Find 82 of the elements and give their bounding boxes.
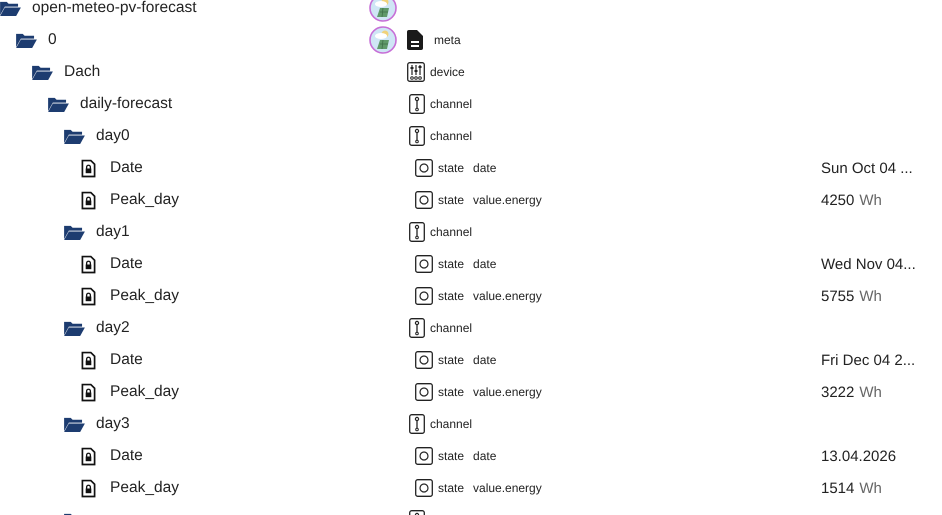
locked-file-icon	[81, 254, 96, 274]
object-type: state	[438, 161, 464, 175]
object-name: Date	[110, 255, 143, 273]
value-unit: Wh	[859, 384, 882, 400]
channel-icon	[409, 414, 425, 434]
object-name[interactable]: day2	[96, 319, 130, 337]
object-role: value.energy	[473, 481, 542, 495]
channel-icon	[409, 94, 425, 114]
state-icon	[415, 351, 433, 369]
object-name: Date	[110, 159, 143, 177]
object-name: Date	[110, 351, 143, 369]
state-icon	[415, 159, 433, 177]
channel-icon	[409, 222, 425, 242]
folder-icon	[63, 224, 86, 240]
folder-icon	[47, 96, 70, 112]
value-unit: Wh	[859, 480, 882, 496]
value-unit: Wh	[859, 288, 882, 304]
locked-file-icon	[81, 478, 96, 498]
folder-icon	[15, 32, 38, 48]
locked-file-icon	[81, 190, 96, 210]
object-name[interactable]: 0	[48, 31, 57, 49]
locked-file-icon	[81, 286, 96, 306]
object-type: state	[438, 353, 464, 367]
object-role: value.energy	[473, 385, 542, 399]
value-unit: Wh	[859, 192, 882, 208]
state-icon	[415, 479, 433, 497]
object-name[interactable]: daily-forecast	[80, 95, 172, 113]
object-type: channel	[430, 97, 472, 111]
object-role: value.energy	[473, 289, 542, 303]
object-type: channel	[430, 417, 472, 431]
state-value: 13.04.2026	[821, 448, 896, 464]
object-type: state	[438, 193, 464, 207]
state-value: 1514	[821, 480, 854, 496]
object-name[interactable]: day0	[96, 127, 130, 145]
object-name[interactable]: Dach	[64, 63, 100, 81]
object-name: Peak_day	[110, 191, 179, 209]
object-type: channel	[430, 129, 472, 143]
locked-file-icon	[81, 350, 96, 370]
folder-icon	[63, 128, 86, 144]
object-name: Date	[110, 447, 143, 465]
object-type: channel	[430, 321, 472, 335]
object-type: state	[438, 257, 464, 271]
object-role: date	[473, 161, 496, 175]
state-value: 5755	[821, 288, 854, 304]
object-type: state	[438, 449, 464, 463]
sliders-icon	[407, 62, 425, 82]
state-value: Fri Dec 04 2...	[821, 352, 916, 368]
channel-icon	[409, 126, 425, 146]
folder-icon	[31, 64, 54, 80]
state-icon	[415, 287, 433, 305]
folder-icon	[63, 416, 86, 432]
locked-file-icon	[81, 158, 96, 178]
state-value: 4250	[821, 192, 854, 208]
object-role: value.energy	[473, 193, 542, 207]
object-role: date	[473, 257, 496, 271]
state-value: Wed Nov 04...	[821, 256, 916, 272]
state-icon	[415, 255, 433, 273]
object-type: state	[438, 385, 464, 399]
object-name: Peak_day	[110, 287, 179, 305]
channel-icon	[409, 318, 425, 338]
state-value: 3222	[821, 384, 854, 400]
folder-icon	[63, 320, 86, 336]
object-role: date	[473, 449, 496, 463]
state-value: Sun Oct 04 ...	[821, 160, 913, 176]
state-icon	[415, 191, 433, 209]
object-type: meta	[434, 33, 461, 47]
object-name[interactable]: day1	[96, 223, 130, 241]
object-type: state	[438, 289, 464, 303]
object-name: Peak_day	[110, 383, 179, 401]
object-role: date	[473, 353, 496, 367]
object-name[interactable]: day3	[96, 415, 130, 433]
object-type: device	[430, 65, 465, 79]
locked-file-icon	[81, 446, 96, 466]
locked-file-icon	[81, 382, 96, 402]
state-icon	[415, 383, 433, 401]
object-type: state	[438, 481, 464, 495]
object-name: Peak_day	[110, 479, 179, 497]
document-icon	[407, 30, 423, 50]
object-name[interactable]: open-meteo-pv-forecast	[32, 0, 197, 17]
folder-icon	[0, 0, 22, 16]
state-icon	[415, 447, 433, 465]
object-type: channel	[430, 225, 472, 239]
